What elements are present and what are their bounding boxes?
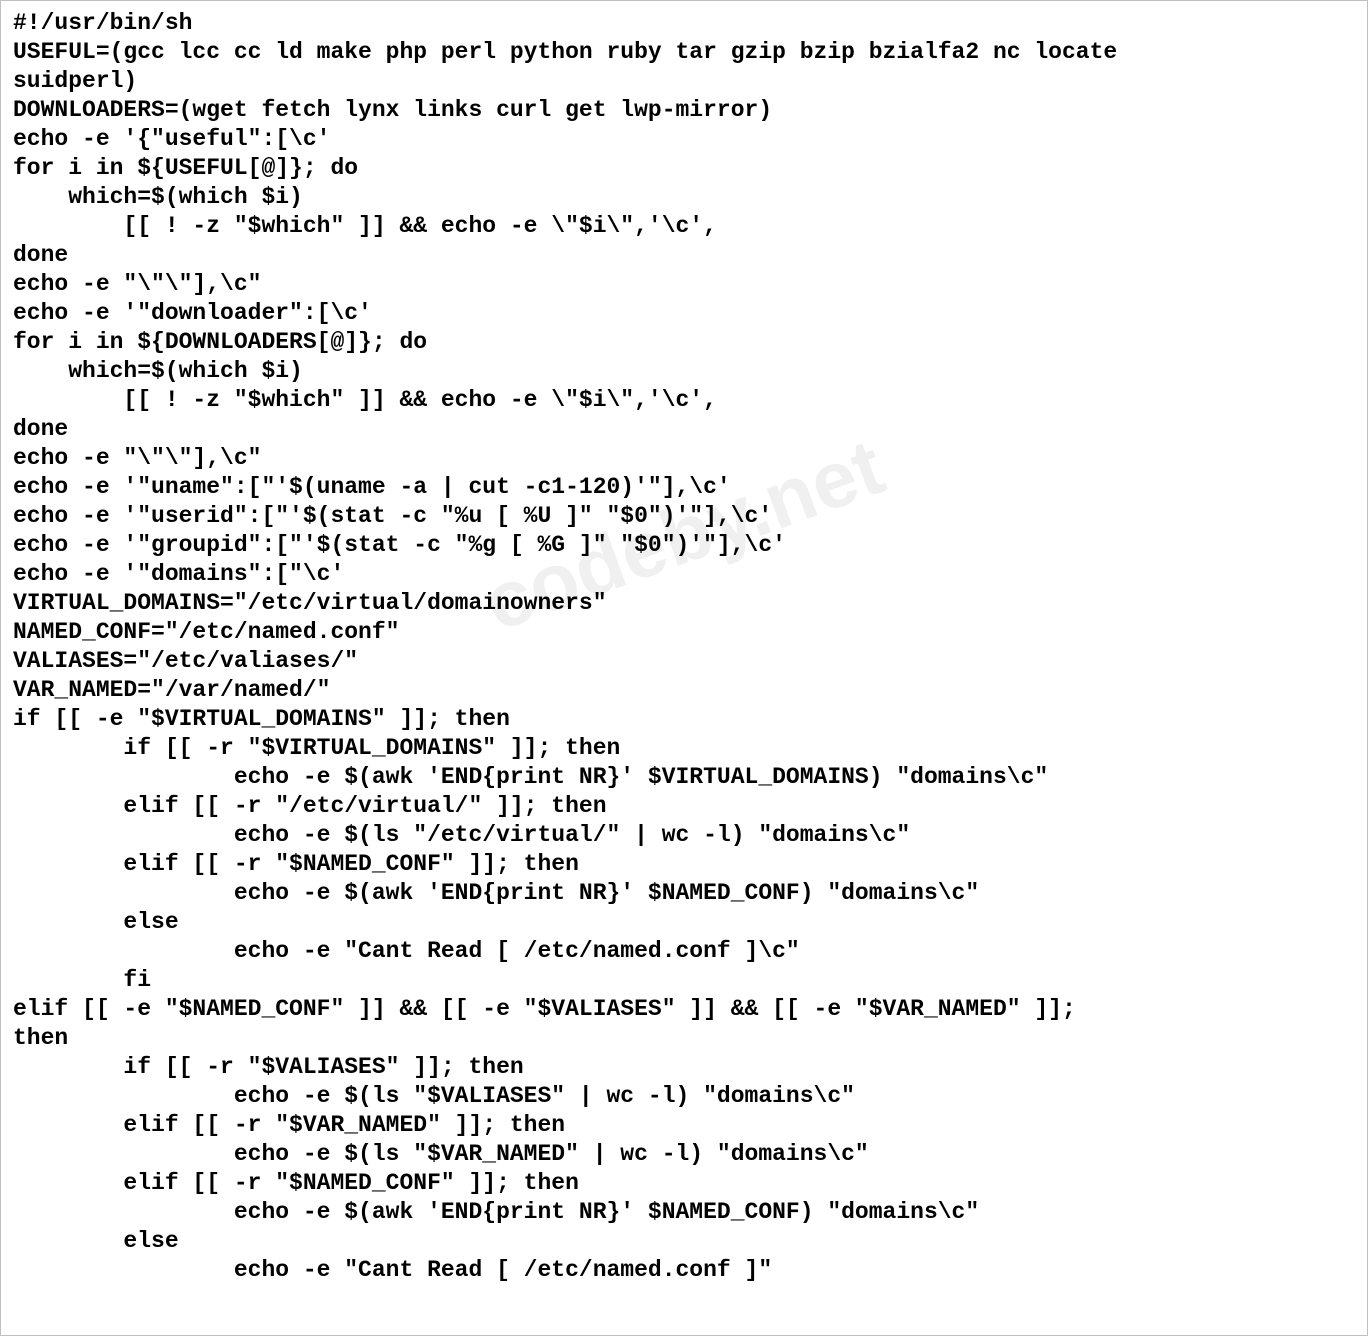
shell-script-content: #!/usr/bin/sh USEFUL=(gcc lcc cc ld make… (13, 9, 1355, 1285)
code-viewer-panel: codeby.net #!/usr/bin/sh USEFUL=(gcc lcc… (0, 0, 1368, 1336)
